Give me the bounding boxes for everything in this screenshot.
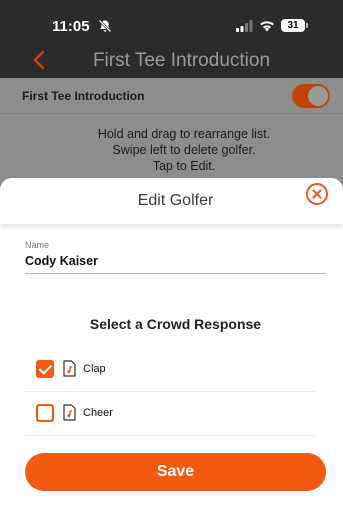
nav-bar: First Tee Introduction	[0, 44, 343, 78]
instruction-line: Hold and drag to rearrange list.	[97, 127, 271, 141]
status-time: 11:05	[52, 18, 90, 35]
sheet-header: Edit Golfer	[0, 178, 343, 224]
response-label: Clap	[83, 363, 106, 375]
response-option-clap[interactable]: Clap	[25, 350, 315, 392]
edit-golfer-sheet: Edit Golfer Name Cody Kaiser Select a Cr…	[0, 178, 343, 506]
response-label: Cheer	[83, 407, 113, 419]
divider	[25, 391, 315, 392]
sound-file-icon	[63, 404, 76, 421]
sound-file-icon	[63, 360, 76, 377]
name-field[interactable]: Cody Kaiser	[25, 254, 98, 268]
instruction-line: Tap to Edit.	[152, 159, 216, 173]
status-indicators: 31	[236, 19, 308, 32]
toggle-switch[interactable]	[292, 84, 330, 108]
sheet-title: Edit Golfer	[137, 192, 214, 209]
toggle-row: First Tee Introduction	[0, 78, 343, 114]
bell-slash-icon	[98, 19, 112, 33]
checkbox-checked-icon[interactable]	[36, 360, 54, 378]
battery-icon: 31	[281, 19, 308, 32]
crowd-response-heading: Select a Crowd Response	[89, 316, 262, 332]
instructions: Hold and drag to rearrange list. Swipe l…	[0, 126, 343, 174]
wifi-icon	[260, 20, 274, 31]
toggle-knob	[308, 86, 328, 106]
checkbox-unchecked-icon[interactable]	[36, 404, 54, 422]
instruction-line: Swipe left to delete golfer.	[112, 143, 256, 157]
status-bar: 11:05 31	[0, 0, 343, 44]
screen: 11:05 31 First Tee Introduction First Te…	[0, 0, 343, 506]
signal-icon	[236, 19, 253, 32]
save-button[interactable]: Save	[25, 453, 326, 491]
divider	[25, 435, 315, 436]
response-option-cheer[interactable]: Cheer	[25, 394, 315, 436]
nav-title: First Tee Introduction	[92, 50, 271, 71]
name-underline	[25, 273, 326, 274]
name-label: Name	[25, 240, 50, 250]
close-circle-icon[interactable]	[306, 183, 328, 205]
toggle-label: First Tee Introduction	[22, 89, 145, 103]
